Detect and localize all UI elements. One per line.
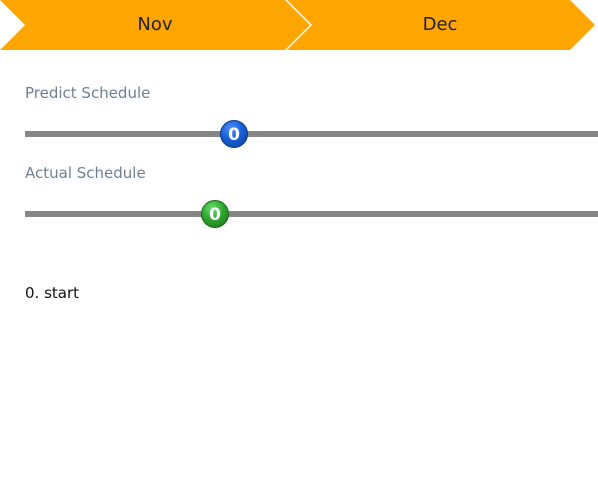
actual-schedule-label: Actual Schedule — [25, 164, 146, 182]
month-timeline: Nov Dec — [0, 0, 598, 50]
month-label-nov: Nov — [137, 14, 173, 35]
predict-schedule-slider-track[interactable] — [25, 131, 598, 137]
actual-schedule-slider-handle[interactable]: 0 — [201, 200, 229, 228]
schedule-page: Nov Dec Predict Schedule 0 Actual Schedu… — [0, 0, 598, 498]
month-label-dec: Dec — [422, 14, 458, 35]
predict-schedule-slider-handle[interactable]: 0 — [220, 120, 248, 148]
predict-schedule-label: Predict Schedule — [25, 84, 151, 102]
status-text: 0. start — [25, 284, 80, 302]
actual-schedule-slider-track[interactable] — [25, 211, 598, 217]
